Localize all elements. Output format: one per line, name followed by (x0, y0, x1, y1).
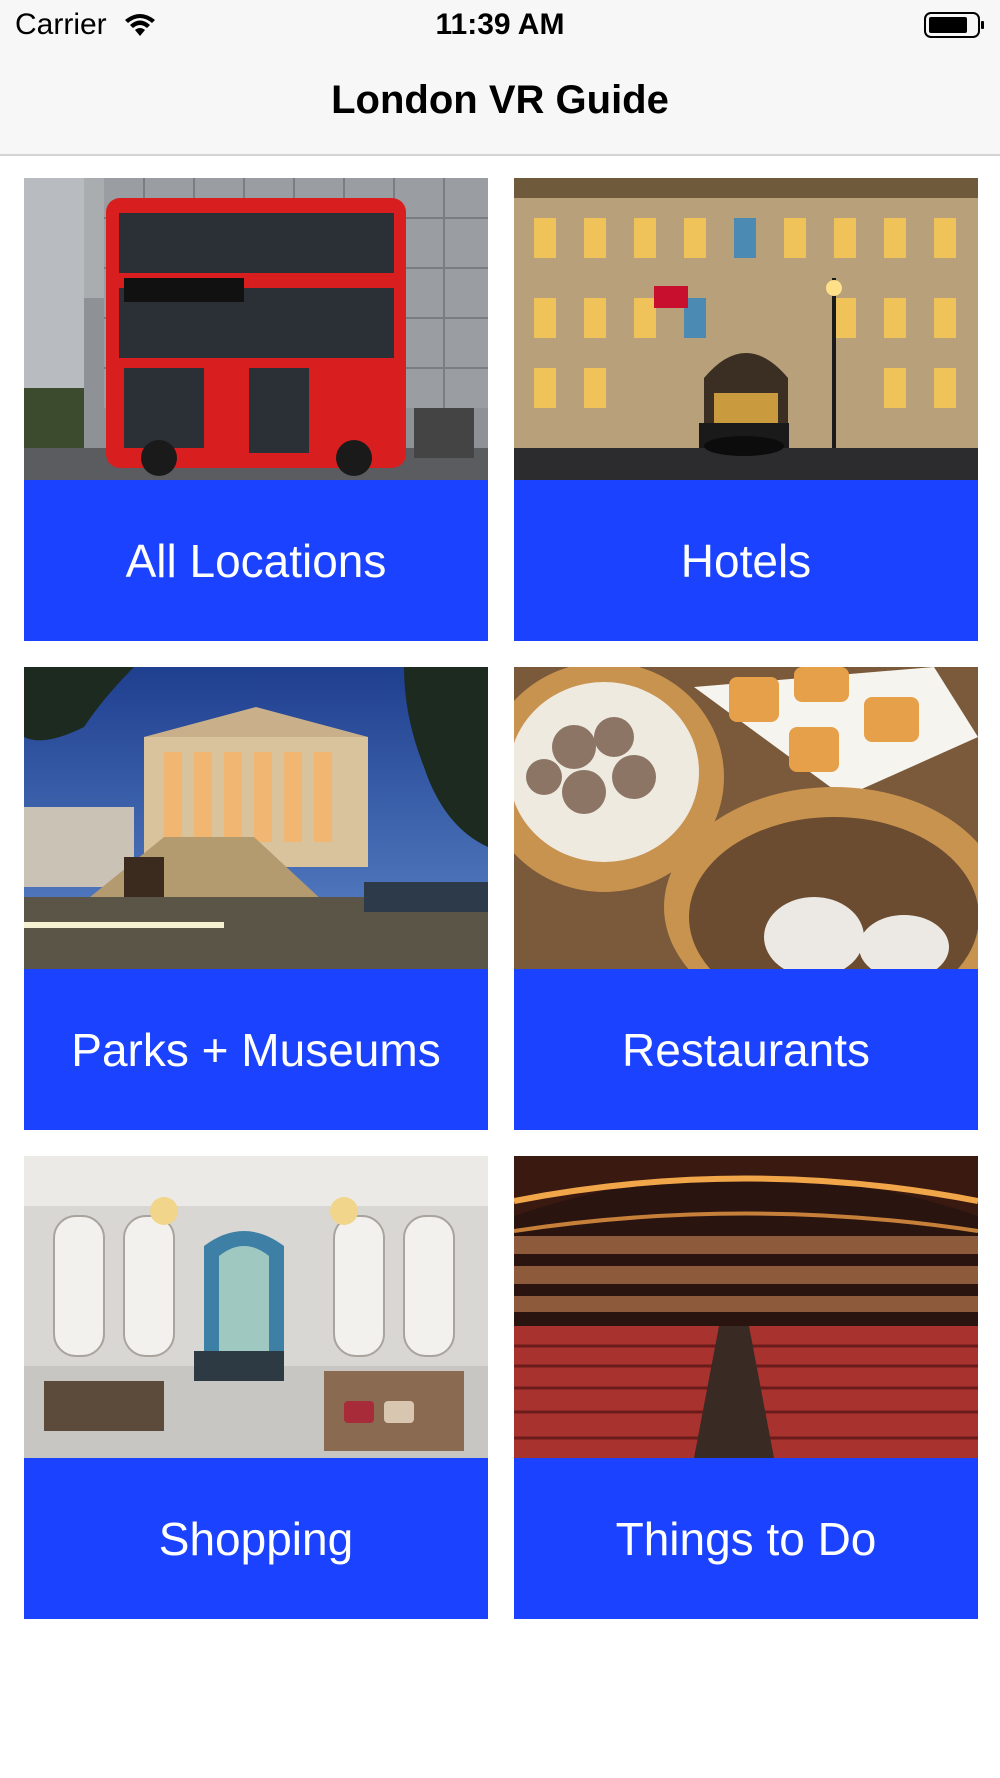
museum-image (24, 667, 488, 969)
tile-label: All Locations (125, 534, 387, 587)
tile-shopping[interactable]: Shopping (24, 1156, 488, 1619)
empty-area (0, 1620, 1000, 1778)
tile-parks-museums[interactable]: Parks + Museums (24, 667, 488, 1130)
tile-hotels[interactable]: Hotels (514, 178, 978, 641)
tile-things-to-do[interactable]: Things to Do (514, 1156, 978, 1619)
status-bar: Carrier 11:39 AM (0, 0, 1000, 52)
status-time: 11:39 AM (435, 8, 565, 41)
tile-all-locations[interactable]: All Locations (24, 178, 488, 641)
tile-label-box: Hotels (514, 480, 978, 641)
tile-label: Hotels (680, 534, 812, 587)
battery-icon (924, 12, 984, 38)
tile-label-box: Shopping (24, 1458, 488, 1619)
tile-label-box: Things to Do (514, 1458, 978, 1619)
bus-image (24, 178, 488, 480)
tile-label-box: Restaurants (514, 969, 978, 1130)
tile-label: Things to Do (615, 1512, 877, 1565)
tile-label: Shopping (158, 1512, 354, 1565)
page-title: London VR Guide (331, 78, 669, 122)
theatre-image (514, 1156, 978, 1458)
tile-label: Restaurants (621, 1023, 870, 1076)
restaurant-image (514, 667, 978, 969)
hotel-image (514, 178, 978, 480)
shopping-image (24, 1156, 488, 1458)
tile-label-box: All Locations (24, 480, 488, 641)
navigation-bar: London VR Guide (0, 52, 1000, 156)
tile-label-box: Parks + Museums (24, 969, 488, 1130)
tile-label: Parks + Museums (71, 1023, 441, 1076)
tile-restaurants[interactable]: Restaurants (514, 667, 978, 1130)
